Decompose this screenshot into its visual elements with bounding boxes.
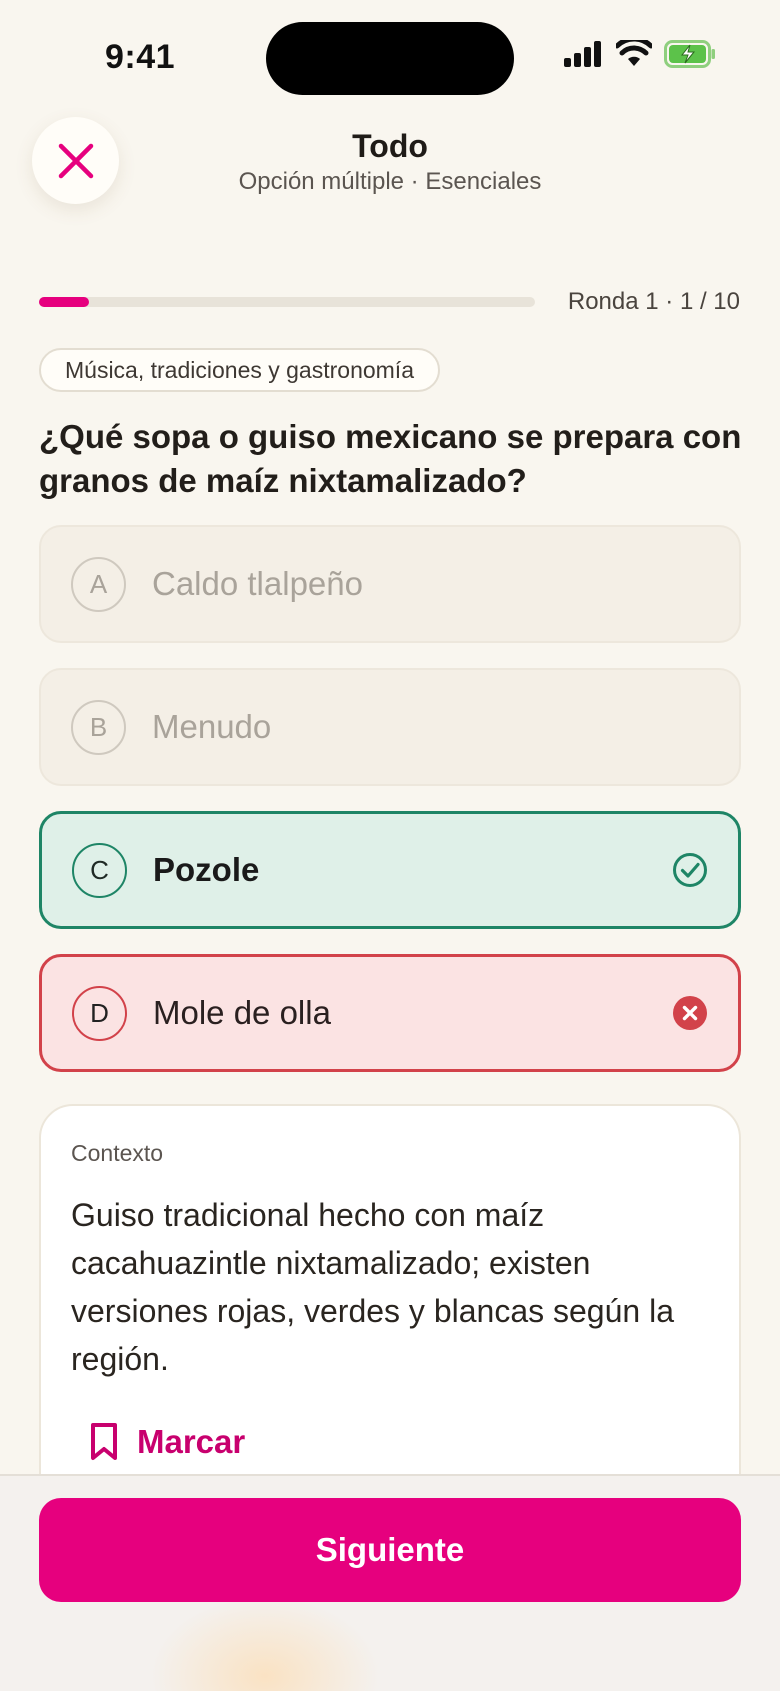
check-circle-icon [673, 853, 707, 887]
page-title: Todo [352, 128, 428, 164]
option-text: Caldo tlalpeño [152, 565, 363, 602]
option-c[interactable]: C Pozole [39, 811, 741, 929]
wifi-icon [616, 40, 652, 66]
context-label: Contexto [71, 1140, 164, 1166]
bookmark-icon [91, 1423, 117, 1460]
option-letter: D [72, 985, 127, 1041]
next-button[interactable]: Siguiente [39, 1498, 741, 1602]
x-circle-icon [673, 996, 707, 1030]
option-text: Mole de olla [153, 994, 331, 1031]
bookmark-button[interactable]: Marcar [89, 1422, 245, 1462]
status-time: 9:41 [105, 38, 176, 76]
option-text: Pozole [153, 851, 260, 888]
page-subtitle: Opción múltiple · Esenciales [238, 168, 542, 195]
option-letter: A [71, 556, 126, 612]
option-d[interactable]: D Mole de olla [39, 954, 741, 1072]
option-b[interactable]: B Menudo [39, 668, 741, 786]
progress-bar [39, 297, 535, 307]
background-glow [150, 1596, 380, 1691]
signal-icon [564, 41, 601, 67]
option-a[interactable]: A Caldo tlalpeño [39, 525, 741, 643]
bottom-bar: Siguiente [0, 1474, 780, 1691]
context-text: Guiso tradicional hecho con maíz cacahua… [71, 1197, 674, 1377]
option-text: Menudo [152, 708, 272, 745]
status-bar: 9:41 [0, 0, 780, 110]
option-letter: B [71, 699, 126, 755]
category-badge: Música, tradiciones y gastronomía [39, 348, 440, 392]
dynamic-island [266, 22, 514, 95]
status-icons [564, 40, 716, 68]
question-text: ¿Qué sopa o guiso mexicano se prepara co… [39, 418, 742, 499]
option-letter: C [72, 842, 127, 898]
context-card: Contexto Guiso tradicional hecho con maí… [39, 1104, 741, 1524]
progress-fill [39, 297, 89, 307]
bookmark-label: Marcar [137, 1423, 246, 1460]
battery-icon [664, 40, 715, 68]
round-counter: Ronda 1 · 1 / 10 [567, 288, 740, 315]
